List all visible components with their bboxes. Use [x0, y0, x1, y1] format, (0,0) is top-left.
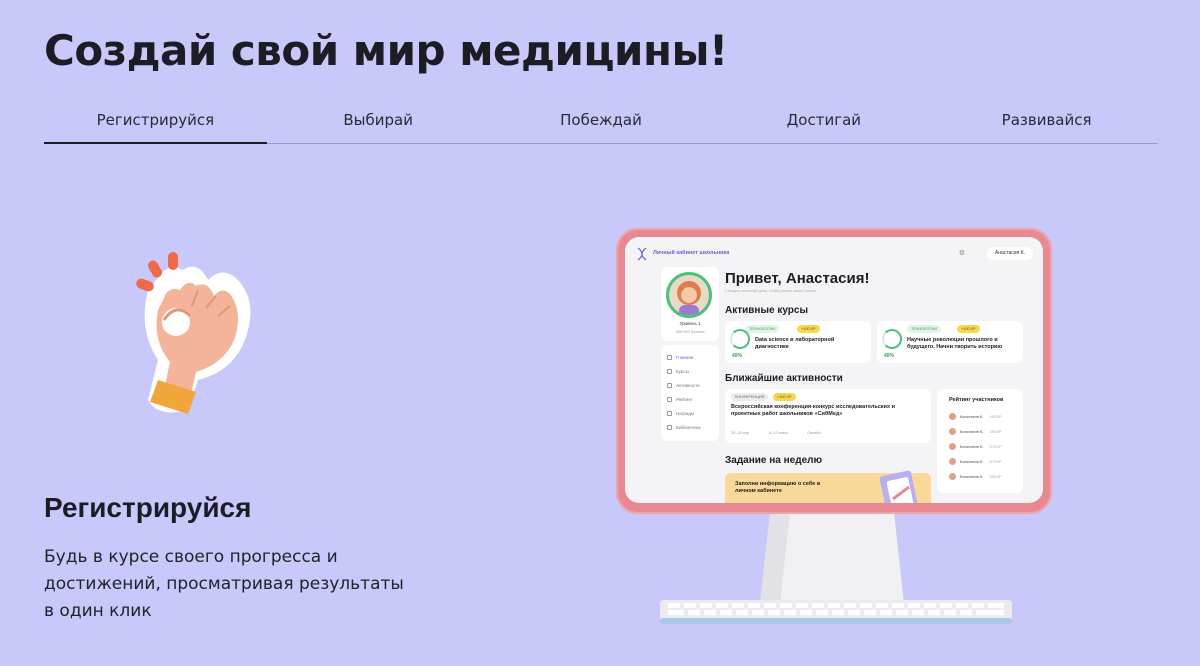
activity-points: +100 XP	[773, 393, 796, 401]
course-card[interactable]: ТЕХНОЛОГИИ +100 XP 40% Data science в ла…	[725, 321, 871, 363]
course-tag: ТЕХНОЛОГИИ	[907, 325, 941, 333]
course-progress: 40%	[732, 353, 743, 359]
weekly-task-card[interactable]: Заполни информацию о себе в личном кабин…	[725, 470, 931, 503]
rating-card: Рейтинг участников Констатин К. 400XP Кон…	[937, 389, 1023, 493]
page-title: Создай свой мир медицины!	[44, 26, 728, 75]
keyboard	[660, 600, 1012, 624]
course-progress: 40%	[884, 353, 895, 359]
course-title: Научные революции прошлого и будущего. Н…	[907, 337, 1003, 350]
avatar	[666, 272, 712, 318]
menu-item-awards[interactable]: Награды	[667, 407, 713, 421]
weekly-task-title: Задание на неделю	[725, 455, 823, 466]
activity-tag: КОНФЕРЕНЦИЯ	[731, 393, 769, 401]
dna-logo-icon	[637, 247, 647, 261]
progress-ring	[730, 329, 750, 349]
screen-sidebar: Главная Курсы Активности Рейтинг Награды…	[661, 345, 719, 441]
screen-brand: Личный кабинет школьника	[653, 250, 730, 256]
course-points: +100 XP	[957, 325, 980, 333]
active-courses-title: Активные курсы	[725, 305, 808, 316]
menu-item-library[interactable]: Библиотека	[667, 421, 713, 435]
rating-row: Констатин К. 400XP	[949, 413, 1002, 421]
section-description: Будь в курсе своего прогресса и достижен…	[44, 547, 404, 621]
rating-row: Констатин К. 370XP	[949, 458, 1002, 466]
tab-register[interactable]: Регистрируйся	[44, 100, 267, 144]
rating-row: Констатин К. 350XP	[949, 473, 1002, 481]
activity-date: 25–28 апр	[731, 431, 749, 435]
course-points: +100 XP	[797, 325, 820, 333]
activity-title: Всероссийская конференция-конкурс исслед…	[731, 404, 895, 417]
course-tag: ТЕХНОЛОГИИ	[745, 325, 779, 333]
activities-title: Ближайшие активности	[725, 373, 843, 384]
monitor: Личный кабинет школьника ⚙ Анастасия К. …	[616, 228, 1052, 514]
profile-bonus: 300 000 баллов	[675, 329, 705, 334]
menu-item-courses[interactable]: Курсы	[667, 365, 713, 379]
rating-row: Констатин К. 390XP	[949, 428, 1002, 436]
rating-row: Констатин К. 370XP	[949, 443, 1002, 451]
dashboard-screen: Личный кабинет школьника ⚙ Анастасия К. …	[625, 237, 1043, 503]
section-title: Регистрируйся	[44, 492, 252, 523]
profile-level: Уровень 1	[679, 321, 701, 326]
ok-hand-icon	[136, 252, 251, 414]
course-card[interactable]: ТЕХНОЛОГИИ +100 XP 40% Научные революции…	[877, 321, 1023, 363]
tab-develop[interactable]: Развивайся	[935, 100, 1158, 143]
menu-item-rating[interactable]: Рейтинг	[667, 393, 713, 407]
tab-choose[interactable]: Выбирай	[267, 100, 490, 143]
monitor-stand	[760, 512, 904, 604]
greeting-subtitle: Сегодня отличный день, чтобы узнать мног…	[725, 289, 817, 293]
profile-card: Уровень 1 300 000 баллов	[661, 267, 719, 341]
course-title: Data science в лабораторной диагностике	[755, 337, 835, 350]
bell-icon[interactable]: ⚙	[959, 249, 965, 257]
greeting: Привет, Анастасия!	[725, 270, 870, 287]
clipboard-icon	[879, 470, 919, 503]
activity-card[interactable]: КОНФЕРЕНЦИЯ +100 XP Всероссийская конфер…	[725, 389, 931, 443]
rating-title: Рейтинг участников	[949, 397, 1004, 403]
user-menu[interactable]: Анастасия К.	[986, 247, 1033, 260]
tab-bar: Регистрируйся Выбирай Побеждай Достигай …	[44, 100, 1158, 144]
menu-item-home[interactable]: Главная	[667, 351, 713, 365]
weekly-task-text: Заполни информацию о себе в личном кабин…	[735, 481, 821, 494]
screen-header: Личный кабинет школьника ⚙ Анастасия К.	[635, 245, 1033, 261]
progress-ring	[882, 329, 902, 349]
menu-item-activities[interactable]: Активности	[667, 379, 713, 393]
activity-format: Онлайн	[807, 431, 821, 435]
activity-grades: 8–12 класс	[769, 431, 789, 435]
tab-achieve[interactable]: Достигай	[712, 100, 935, 143]
tab-win[interactable]: Побеждай	[490, 100, 713, 143]
